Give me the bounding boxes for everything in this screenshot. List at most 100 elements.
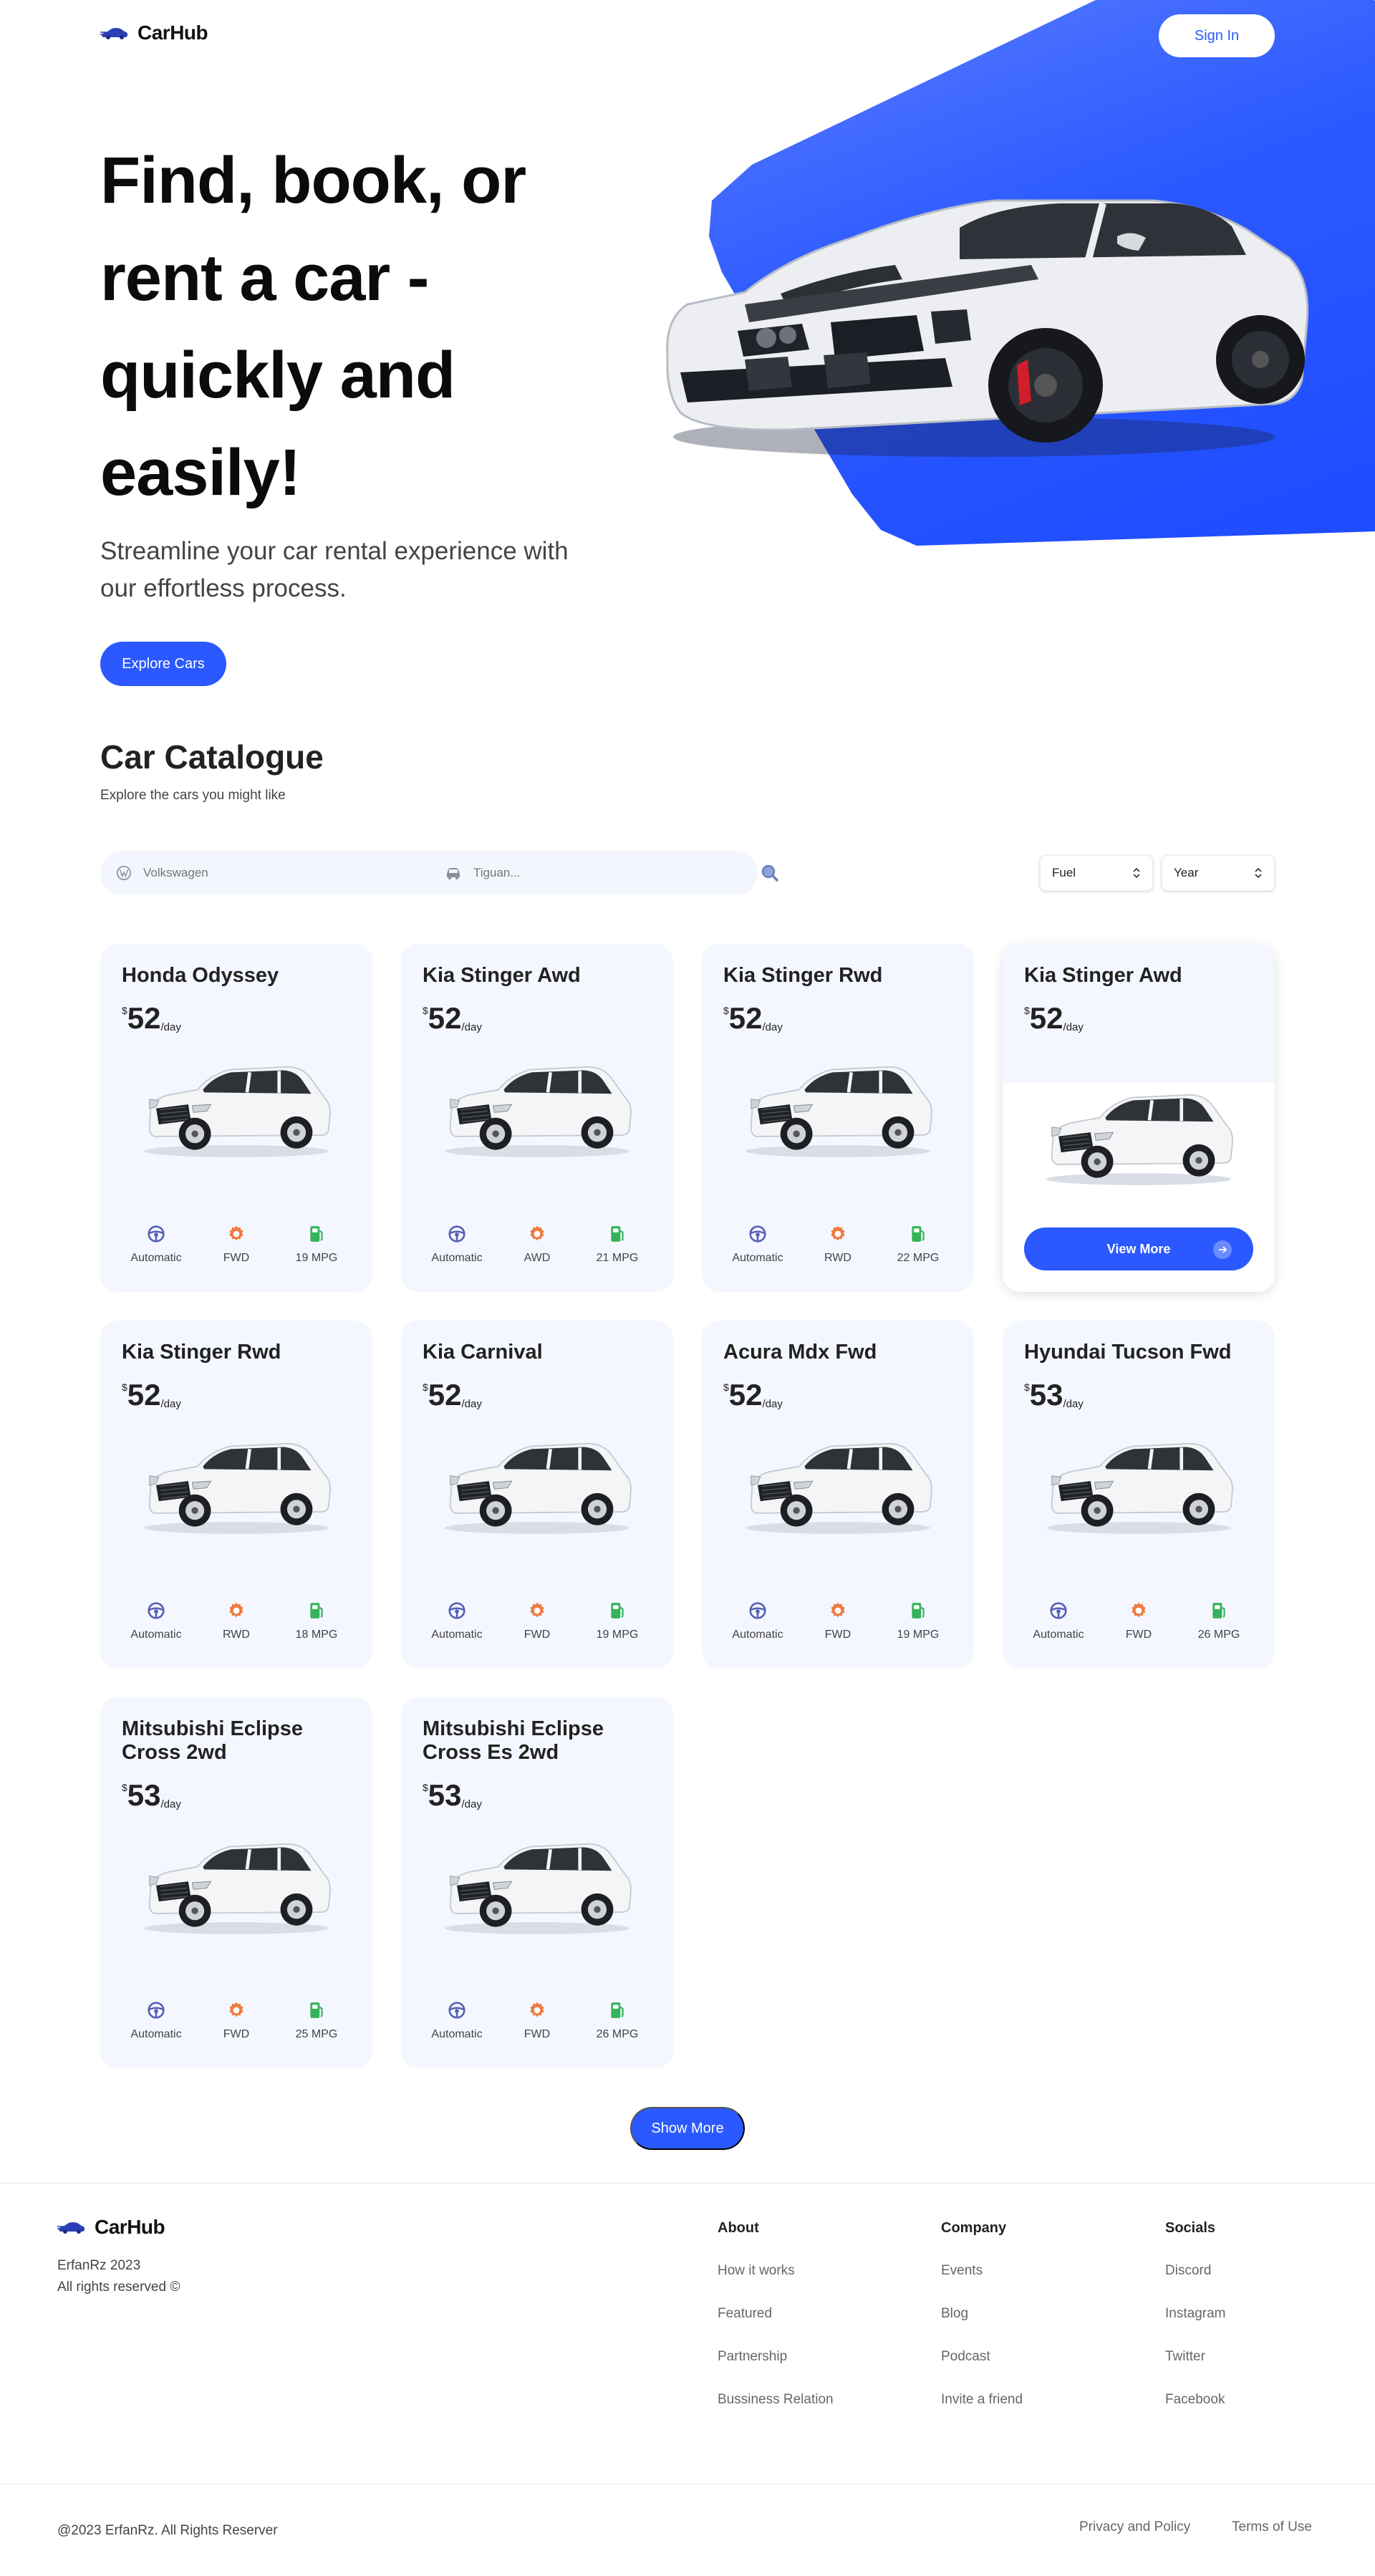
car-name: Kia Stinger Awd [1024, 964, 1182, 987]
price-currency: $ [122, 1005, 127, 1016]
car-name: Kia Stinger Rwd [122, 1341, 281, 1364]
magnifying-glass-icon [761, 864, 778, 882]
chevron-up-down-icon [1133, 867, 1140, 879]
car-card[interactable]: Kia Stinger Awd $52/day Automatic AWD 21… [401, 944, 673, 1292]
car-image [1038, 1080, 1239, 1187]
car-card[interactable]: Mitsubishi Eclipse Cross 2wd $53/day Aut… [100, 1697, 372, 2068]
logo-text: CarHub [138, 21, 208, 44]
price-amount: 53 [127, 1778, 161, 1812]
mpg-label: 21 MPG [596, 1252, 639, 1264]
gas-pump-icon [307, 1601, 326, 1620]
car-card[interactable]: Kia Stinger Rwd $52/day Automatic RWD 18… [100, 1321, 372, 1669]
tire-icon [528, 1601, 546, 1620]
mpg-label: 22 MPG [897, 1252, 940, 1264]
header-logo[interactable]: CarHub [100, 21, 208, 44]
footer-divider [0, 2183, 1375, 2184]
drive-label: RWD [824, 1252, 851, 1264]
car-card[interactable]: Kia Carnival $52/day Automatic FWD 19 MP… [401, 1321, 673, 1669]
car-price: $52/day [1024, 1002, 1253, 1035]
bottom-copyright: @2023 ErfanRz. All Rights Reserver [57, 2523, 278, 2538]
drive-label: AWD [524, 1252, 551, 1264]
car-image [1038, 1429, 1239, 1536]
price-currency: $ [122, 1381, 127, 1393]
car-name: Kia Stinger Rwd [723, 964, 883, 987]
footer-link[interactable]: Invite a friend [941, 2392, 1023, 2408]
tire-icon [1129, 1601, 1148, 1620]
footer-link[interactable]: Podcast [941, 2349, 990, 2365]
footer-link[interactable]: Instagram [1165, 2306, 1225, 2322]
footer-logo[interactable]: CarHub [57, 2216, 165, 2239]
spec-mpg: 25 MPG [282, 2001, 351, 2041]
car-image [437, 1829, 637, 1936]
mpg-label: 19 MPG [295, 1252, 338, 1264]
spec-transmission: Automatic [122, 1601, 190, 1641]
price-amount: 52 [728, 1378, 763, 1412]
car-image [136, 1829, 337, 1936]
car-specs: Automatic FWD 25 MPG [100, 2001, 372, 2041]
footer-link[interactable]: Twitter [1165, 2349, 1205, 2365]
car-card[interactable]: Kia Stinger Rwd $52/day Automatic RWD 22… [702, 944, 974, 1292]
model-input[interactable] [473, 866, 717, 880]
gas-pump-icon [307, 2001, 326, 2020]
car-image [738, 1429, 938, 1536]
drive-label: FWD [524, 1629, 551, 1641]
show-more-button[interactable]: Show More [630, 2107, 745, 2150]
car-specs: Automatic FWD 19 MPG [100, 1225, 372, 1265]
car-price: $53/day [1024, 1379, 1253, 1412]
steering-wheel-icon [748, 1601, 767, 1620]
price-currency: $ [423, 1782, 428, 1793]
tire-icon [528, 2001, 546, 2020]
fuel-filter-select[interactable]: Fuel [1040, 855, 1153, 891]
car-specs: Automatic RWD 22 MPG [702, 1225, 974, 1265]
spec-drive: FWD [202, 1225, 271, 1265]
gas-pump-icon [608, 2001, 627, 2020]
privacy-policy-link[interactable]: Privacy and Policy [1079, 2519, 1190, 2535]
manufacturer-input[interactable] [143, 866, 387, 880]
price-amount: 52 [428, 1378, 462, 1412]
price-currency: $ [723, 1381, 729, 1393]
footer-link[interactable]: Partnership [718, 2349, 787, 2365]
car-specs: Automatic FWD 19 MPG [702, 1601, 974, 1641]
footer-link[interactable]: Bussiness Relation [718, 2392, 834, 2408]
manufacturer-search [100, 865, 429, 881]
transmission-label: Automatic [130, 2028, 182, 2040]
footer-link[interactable]: How it works [718, 2263, 795, 2279]
price-currency: $ [1024, 1381, 1030, 1393]
car-price: $52/day [122, 1002, 351, 1035]
footer-logo-text: CarHub [95, 2216, 165, 2238]
footer-link[interactable]: Facebook [1165, 2392, 1225, 2408]
price-amount: 52 [428, 1001, 462, 1035]
spec-mpg: 26 MPG [583, 2001, 652, 2041]
sign-in-button[interactable]: Sign In [1159, 14, 1275, 57]
car-card[interactable]: Mitsubishi Eclipse Cross Es 2wd $53/day … [401, 1697, 673, 2068]
footer-link[interactable]: Featured [718, 2306, 772, 2322]
footer-link[interactable]: Blog [941, 2306, 968, 2322]
spec-drive: RWD [804, 1225, 872, 1265]
car-card[interactable]: Honda Odyssey $52/day Automatic FWD 19 M… [100, 944, 372, 1292]
explore-cars-button[interactable]: Explore Cars [100, 642, 226, 686]
catalogue-title: Car Catalogue [100, 738, 324, 776]
car-specs: Automatic FWD 19 MPG [401, 1601, 673, 1641]
car-name: Hyundai Tucson Fwd [1024, 1341, 1232, 1364]
car-brand-icon [117, 866, 131, 880]
car-image [437, 1052, 637, 1159]
car-price: $52/day [723, 1002, 952, 1035]
car-image [437, 1429, 637, 1536]
view-more-label: View More [1106, 1241, 1171, 1256]
car-card[interactable]: Hyundai Tucson Fwd $53/day Automatic FWD… [1003, 1321, 1275, 1669]
search-button[interactable] [759, 862, 781, 884]
footer-link[interactable]: Discord [1165, 2263, 1211, 2279]
year-filter-select[interactable]: Year [1162, 855, 1275, 891]
footer-link[interactable]: Events [941, 2263, 983, 2279]
footer-col-company-title: Company [941, 2220, 1007, 2236]
terms-of-use-link[interactable]: Terms of Use [1232, 2519, 1312, 2535]
gas-pump-icon [1210, 1601, 1228, 1620]
car-card[interactable]: Acura Mdx Fwd $52/day Automatic FWD 19 M… [702, 1321, 974, 1669]
car-card-hovered[interactable]: Kia Stinger Awd $52/day View More [1003, 944, 1275, 1292]
price-period: /day [762, 1021, 783, 1033]
spec-mpg: 21 MPG [583, 1225, 652, 1265]
car-name: Acura Mdx Fwd [723, 1341, 877, 1364]
car-price: $52/day [423, 1379, 652, 1412]
view-more-button[interactable]: View More [1024, 1227, 1253, 1270]
steering-wheel-icon [147, 2001, 165, 2020]
